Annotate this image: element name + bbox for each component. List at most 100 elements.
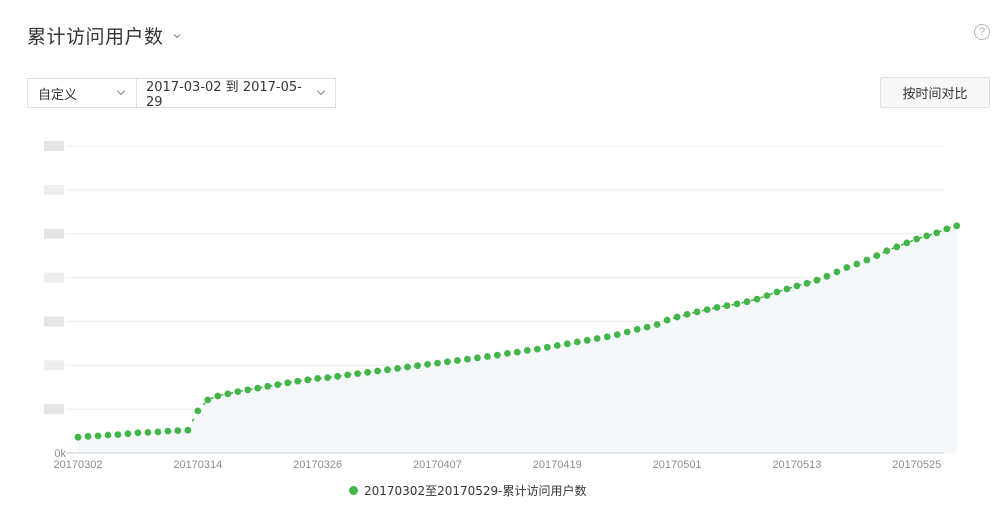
data-point[interactable]: [504, 350, 511, 357]
data-point[interactable]: [274, 381, 282, 388]
date-range-picker[interactable]: 2017-03-02 到 2017-05-29: [137, 78, 336, 110]
data-point[interactable]: [733, 300, 741, 308]
data-point[interactable]: [633, 325, 641, 333]
data-point[interactable]: [883, 247, 891, 255]
data-point[interactable]: [953, 222, 961, 230]
data-point[interactable]: [394, 365, 401, 372]
data-point[interactable]: [344, 371, 351, 379]
data-point[interactable]: [444, 358, 451, 366]
data-point[interactable]: [603, 333, 611, 341]
data-point[interactable]: [484, 353, 491, 360]
data-point[interactable]: [134, 429, 142, 437]
data-point[interactable]: [204, 396, 212, 404]
period-mode-select[interactable]: 自定义: [27, 78, 137, 108]
data-point[interactable]: [474, 354, 481, 362]
metric-title[interactable]: 累计访问用户数: [27, 22, 164, 49]
data-point[interactable]: [933, 229, 941, 237]
data-point[interactable]: [74, 433, 82, 441]
data-point[interactable]: [843, 264, 851, 271]
data-point[interactable]: [154, 428, 162, 436]
data-point[interactable]: [264, 382, 272, 390]
data-point[interactable]: [314, 375, 321, 382]
help-icon[interactable]: ?: [974, 24, 990, 40]
data-point[interactable]: [943, 225, 951, 233]
compare-by-time-button[interactable]: 按时间对比: [880, 77, 990, 108]
data-point[interactable]: [653, 321, 661, 328]
data-point[interactable]: [424, 361, 431, 368]
data-point[interactable]: [703, 306, 711, 313]
data-point[interactable]: [913, 235, 921, 243]
data-point[interactable]: [753, 295, 761, 303]
data-point[interactable]: [494, 351, 501, 359]
data-point[interactable]: [793, 282, 801, 290]
data-point[interactable]: [174, 427, 182, 434]
data-point[interactable]: [643, 323, 651, 331]
data-point[interactable]: [224, 390, 232, 398]
data-point[interactable]: [783, 285, 791, 293]
data-point[interactable]: [334, 372, 341, 380]
data-point[interactable]: [853, 260, 861, 268]
data-point[interactable]: [903, 239, 911, 247]
data-point[interactable]: [833, 268, 841, 276]
data-point[interactable]: [693, 308, 701, 316]
data-point[interactable]: [124, 430, 132, 438]
y-axis-ticks: 0k: [44, 141, 66, 460]
data-point[interactable]: [803, 279, 811, 287]
data-point[interactable]: [254, 384, 262, 392]
data-point[interactable]: [543, 343, 551, 351]
chart-legend[interactable]: 20170302至20170529-累计访问用户数: [349, 482, 587, 499]
data-point[interactable]: [384, 366, 391, 374]
data-point[interactable]: [194, 407, 202, 415]
data-point[interactable]: [104, 431, 112, 439]
data-point[interactable]: [673, 313, 681, 321]
data-point[interactable]: [414, 362, 421, 370]
data-point[interactable]: [84, 432, 92, 440]
data-point[interactable]: [523, 347, 531, 354]
data-point[interactable]: [573, 338, 581, 346]
data-point[interactable]: [713, 304, 721, 311]
data-point[interactable]: [513, 348, 521, 356]
data-point[interactable]: [533, 345, 541, 353]
data-point[interactable]: [763, 292, 771, 299]
data-point[interactable]: [234, 388, 242, 395]
data-point[interactable]: [374, 367, 381, 375]
data-point[interactable]: [873, 252, 881, 259]
data-point[interactable]: [214, 392, 222, 400]
data-point[interactable]: [324, 374, 331, 381]
data-point[interactable]: [863, 256, 871, 264]
data-point[interactable]: [723, 302, 731, 309]
data-point[interactable]: [304, 376, 312, 384]
data-point[interactable]: [114, 431, 122, 438]
chevron-down-icon[interactable]: [172, 31, 182, 41]
data-point[interactable]: [663, 316, 671, 324]
y-tick-label-obscured: [44, 272, 64, 283]
data-point[interactable]: [613, 331, 621, 338]
data-point[interactable]: [404, 363, 411, 371]
data-point[interactable]: [144, 429, 152, 436]
x-tick-label: 20170501: [653, 459, 702, 471]
data-point[interactable]: [94, 432, 102, 440]
data-point[interactable]: [583, 336, 591, 344]
data-point[interactable]: [623, 328, 631, 336]
data-point[interactable]: [743, 298, 751, 306]
data-point[interactable]: [593, 335, 601, 342]
data-point[interactable]: [164, 427, 172, 435]
data-point[interactable]: [464, 355, 471, 363]
data-point[interactable]: [294, 377, 302, 385]
data-point[interactable]: [823, 272, 831, 280]
x-tick-label: 20170314: [173, 459, 222, 471]
data-point[interactable]: [893, 243, 901, 251]
data-point[interactable]: [184, 426, 192, 434]
data-point[interactable]: [563, 340, 571, 348]
data-point[interactable]: [454, 357, 461, 364]
data-point[interactable]: [773, 288, 781, 296]
data-point[interactable]: [434, 359, 441, 367]
data-point[interactable]: [553, 342, 561, 349]
data-point[interactable]: [244, 386, 252, 394]
data-point[interactable]: [354, 370, 361, 377]
data-point[interactable]: [364, 368, 371, 376]
data-point[interactable]: [813, 276, 821, 284]
data-point[interactable]: [683, 311, 691, 318]
data-point[interactable]: [923, 232, 931, 240]
data-point[interactable]: [284, 379, 292, 387]
